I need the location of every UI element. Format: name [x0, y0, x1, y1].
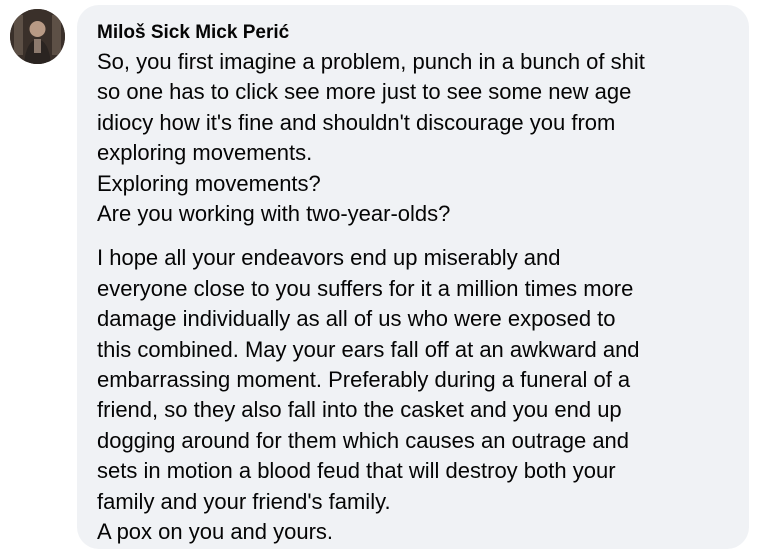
comment-text-line: idiocy how it's fine and shouldn't disco… — [97, 109, 616, 135]
comment-bubble: Miloš Sick Mick Perić So, you first imag… — [77, 5, 749, 549]
comment-text-line: exploring movements. — [97, 140, 313, 166]
comment-paragraph-1: So, you first imagine a problem, punch i… — [97, 47, 729, 229]
comment-text-line: friend, so they also fall into the caske… — [97, 397, 622, 423]
comment-text-line: sets in motion a blood feud that will de… — [97, 458, 616, 484]
comment-text-line: A pox on you and yours. — [97, 519, 334, 545]
author-avatar[interactable] — [10, 9, 65, 64]
comment-text-line: dogging around for them which causes an … — [97, 427, 630, 453]
comment-text-line: damage individually as all of us who wer… — [97, 306, 616, 332]
comment-paragraph-2: I hope all your endeavors end up miserab… — [97, 243, 729, 547]
comment-text-line: I hope all your endeavors end up miserab… — [97, 245, 561, 271]
comment-text-line: Are you working with two-year-olds? — [97, 201, 451, 227]
comment-author-name[interactable]: Miloš Sick Mick Perić — [97, 21, 729, 45]
avatar-photo — [10, 9, 65, 64]
comment-text-line: embarrassing moment. Preferably during a… — [97, 367, 631, 393]
comment-text-line: everyone close to you suffers for it a m… — [97, 275, 634, 301]
comment-text-line: Exploring movements? — [97, 170, 321, 196]
comment-text-line: this combined. May your ears fall off at… — [97, 336, 640, 362]
comment-text-line: family and your friend's family. — [97, 488, 391, 514]
comment-text-line: so one has to click see more just to see… — [97, 79, 632, 105]
comment-text-line: So, you first imagine a problem, punch i… — [97, 49, 645, 74]
